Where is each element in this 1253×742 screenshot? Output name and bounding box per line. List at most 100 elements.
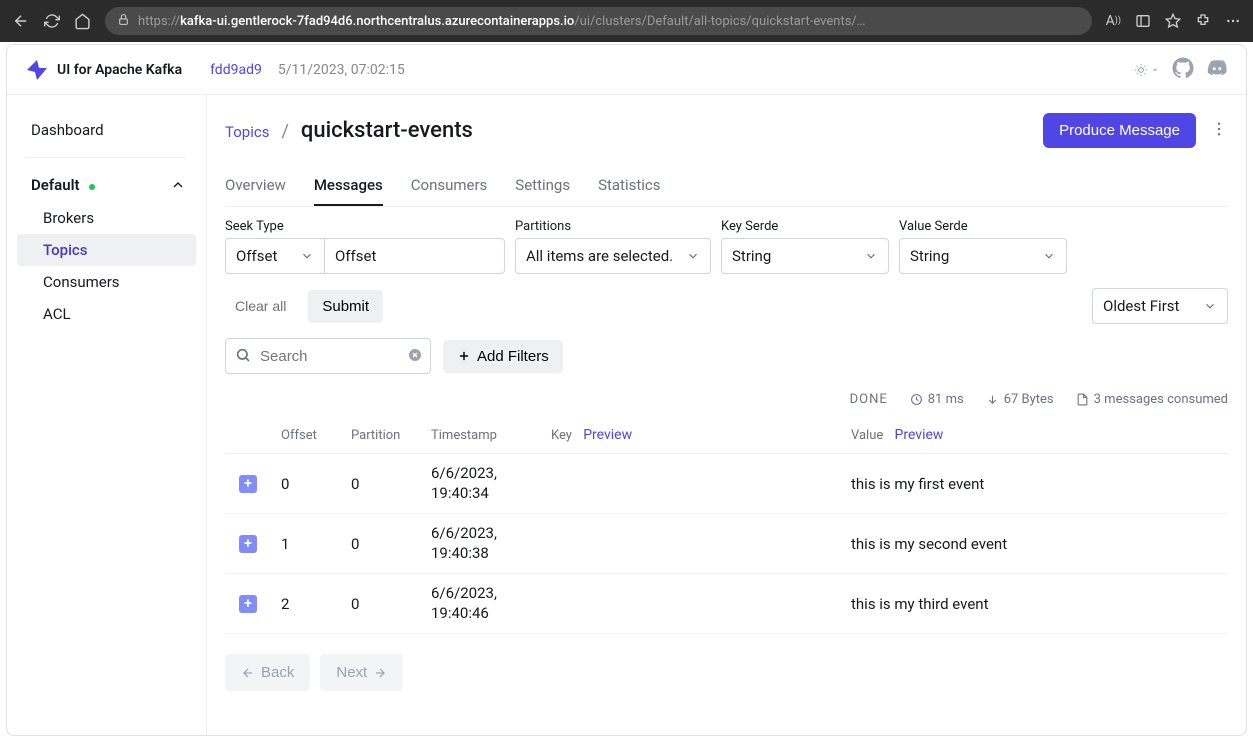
cluster-toggle[interactable]: Default [7, 168, 206, 202]
sort-order-select[interactable]: Oldest First [1092, 288, 1228, 324]
browser-read-aloud-icon[interactable]: A)) [1106, 13, 1121, 29]
value-serde-select[interactable]: String [899, 238, 1067, 274]
breadcrumb: Topics / quickstart-events [225, 118, 473, 143]
sort-order-value: Oldest First [1103, 297, 1179, 315]
col-value: Value Preview [851, 427, 1222, 443]
submit-button[interactable]: Submit [308, 290, 383, 323]
cell-timestamp: 6/6/2023, 19:40:46 [431, 584, 551, 623]
stat-time: 81 ms [910, 392, 964, 407]
theme-toggle-icon[interactable] [1134, 63, 1160, 77]
chevron-up-icon [170, 177, 186, 193]
tab-overview[interactable]: Overview [225, 166, 286, 206]
seek-offset-value: Offset [335, 247, 376, 265]
tab-messages[interactable]: Messages [314, 166, 383, 206]
col-timestamp: Timestamp [431, 428, 551, 443]
url-path: /ui/clusters/Default/all-topics/quicksta… [574, 14, 865, 29]
browser-favorite-icon[interactable] [1165, 13, 1181, 29]
search-box [225, 338, 431, 374]
cluster-name: Default [31, 176, 80, 194]
sidebar-item-consumers[interactable]: Consumers [7, 266, 206, 298]
expand-row-button[interactable]: + [239, 475, 257, 493]
table-header: Offset Partition Timestamp Key Preview V… [225, 417, 1228, 454]
product-name: UI for Apache Kafka [57, 62, 182, 78]
table-row: +006/6/2023, 19:40:34this is my first ev… [225, 454, 1228, 514]
browser-refresh-icon[interactable] [44, 13, 60, 29]
clock-icon [910, 393, 923, 406]
browser-chrome: https://kafka-ui.gentlerock-7fad94d6.nor… [0, 0, 1253, 42]
seek-type-label: Seek Type [225, 219, 505, 234]
cell-value: this is my third event [851, 595, 1222, 613]
browser-home-icon[interactable] [74, 13, 91, 30]
produce-message-button[interactable]: Produce Message [1043, 113, 1196, 148]
key-serde-label: Key Serde [721, 219, 889, 234]
main-content: Topics / quickstart-events Produce Messa… [207, 95, 1246, 735]
download-icon [986, 393, 999, 406]
browser-extensions-icon[interactable] [1195, 13, 1211, 29]
add-filters-button[interactable]: Add Filters [443, 340, 563, 373]
pager-back-label: Back [261, 664, 294, 681]
search-input[interactable] [225, 338, 431, 374]
search-icon [235, 347, 251, 367]
arrow-right-icon [373, 666, 387, 680]
stat-bytes: 67 Bytes [986, 392, 1054, 407]
sidebar-item-topics[interactable]: Topics [17, 234, 196, 266]
seek-type-value: Offset [236, 247, 277, 265]
browser-menu-icon[interactable] [1225, 13, 1241, 29]
col-offset: Offset [281, 428, 351, 443]
seek-offset-input[interactable]: Offset [325, 238, 505, 274]
expand-row-button[interactable]: + [239, 595, 257, 613]
clear-all-button[interactable]: Clear all [225, 292, 296, 320]
expand-row-button[interactable]: + [239, 535, 257, 553]
browser-collections-icon[interactable] [1135, 13, 1151, 29]
status-done: DONE [850, 392, 888, 407]
partitions-value: All items are selected. [526, 247, 673, 265]
cell-value: this is my first event [851, 475, 1222, 493]
app-logo[interactable]: UI for Apache Kafka [25, 58, 182, 82]
app-header: UI for Apache Kafka fdd9ad9 5/11/2023, 0… [7, 45, 1246, 95]
pagination: Back Next [225, 654, 1228, 691]
stats-row: DONE 81 ms 67 Bytes 3 messages consumed [225, 392, 1228, 407]
github-icon[interactable] [1172, 57, 1194, 83]
value-serde-label: Value Serde [899, 219, 1067, 234]
version-link[interactable]: fdd9ad9 [210, 62, 262, 78]
cluster-status-dot [89, 184, 95, 190]
value-preview-link[interactable]: Preview [895, 427, 944, 443]
value-serde-value: String [910, 247, 949, 265]
page-title: quickstart-events [301, 118, 473, 143]
header-right [1134, 57, 1228, 83]
seek-type-select[interactable]: Offset [225, 238, 325, 274]
tab-consumers[interactable]: Consumers [411, 166, 488, 206]
sidebar: Dashboard Default BrokersTopicsConsumers… [7, 95, 207, 735]
chevron-down-icon [864, 249, 878, 263]
discord-icon[interactable] [1206, 57, 1228, 83]
tab-settings[interactable]: Settings [515, 166, 570, 206]
cell-offset: 1 [281, 535, 351, 553]
more-actions-icon[interactable] [1210, 120, 1228, 142]
pager-next-button[interactable]: Next [320, 654, 403, 691]
partitions-select[interactable]: All items are selected. [515, 238, 711, 274]
clear-search-icon[interactable] [407, 347, 423, 367]
sidebar-dashboard[interactable]: Dashboard [7, 113, 206, 147]
chevron-down-icon [300, 249, 314, 263]
url-bar[interactable]: https://kafka-ui.gentlerock-7fad94d6.nor… [105, 7, 1092, 35]
key-serde-select[interactable]: String [721, 238, 889, 274]
cell-value: this is my second event [851, 535, 1222, 553]
partitions-label: Partitions [515, 219, 711, 234]
col-key: Key Preview [551, 427, 851, 443]
arrow-left-icon [241, 666, 255, 680]
pager-back-button[interactable]: Back [225, 654, 310, 691]
cell-partition: 0 [351, 475, 431, 493]
table-row: +106/6/2023, 19:40:38this is my second e… [225, 514, 1228, 574]
cell-partition: 0 [351, 595, 431, 613]
key-preview-link[interactable]: Preview [583, 427, 632, 443]
tab-statistics[interactable]: Statistics [598, 166, 660, 206]
sidebar-item-brokers[interactable]: Brokers [7, 202, 206, 234]
breadcrumb-separator: / [281, 121, 288, 142]
chevron-down-icon [686, 249, 700, 263]
stat-consumed: 3 messages consumed [1076, 392, 1228, 407]
cell-offset: 2 [281, 595, 351, 613]
tabs: Overview Messages Consumers Settings Statist… [225, 166, 1228, 207]
sidebar-item-acl[interactable]: ACL [7, 298, 206, 330]
browser-back-icon[interactable] [12, 12, 30, 30]
breadcrumb-parent[interactable]: Topics [225, 123, 269, 141]
